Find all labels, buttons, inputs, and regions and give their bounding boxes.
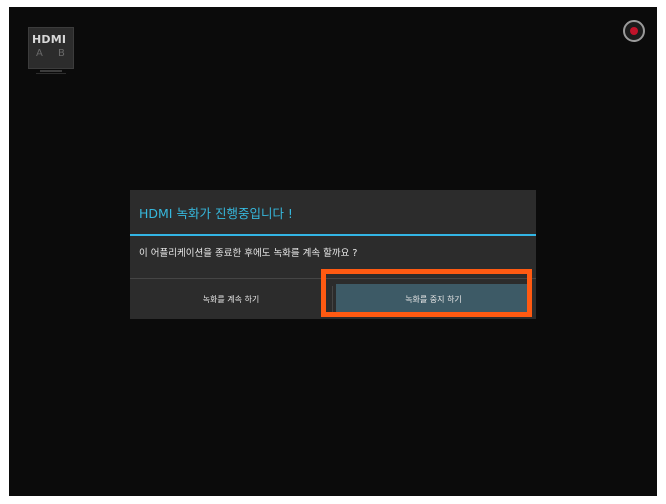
record-dot bbox=[630, 27, 638, 35]
tv-stand-base bbox=[36, 73, 66, 74]
hdmi-logo-text: HDMI bbox=[32, 33, 67, 46]
app-screen: HDMI A B HDMI 녹화가 진행중입니다 ! 이 어플리케이션을 종료한… bbox=[9, 7, 657, 496]
record-icon[interactable] bbox=[623, 20, 645, 42]
dialog-title: HDMI 녹화가 진행중입니다 ! bbox=[139, 206, 293, 221]
stop-recording-button[interactable]: 녹화를 중지 하기 bbox=[336, 284, 531, 314]
button-separator bbox=[332, 286, 333, 312]
dialog-message: 이 어플리케이션을 종료한 후에도 녹화를 계속 할까요 ? bbox=[139, 248, 358, 259]
tv-stand bbox=[40, 70, 62, 72]
recording-dialog: HDMI 녹화가 진행중입니다 ! 이 어플리케이션을 종료한 후에도 녹화를 … bbox=[130, 190, 536, 319]
dialog-title-divider bbox=[130, 234, 536, 236]
continue-recording-button[interactable]: 녹화를 계속 하기 bbox=[130, 279, 332, 319]
hdmi-port-labels: A B bbox=[36, 48, 71, 59]
hdmi-tv-icon: HDMI A B bbox=[28, 27, 74, 74]
